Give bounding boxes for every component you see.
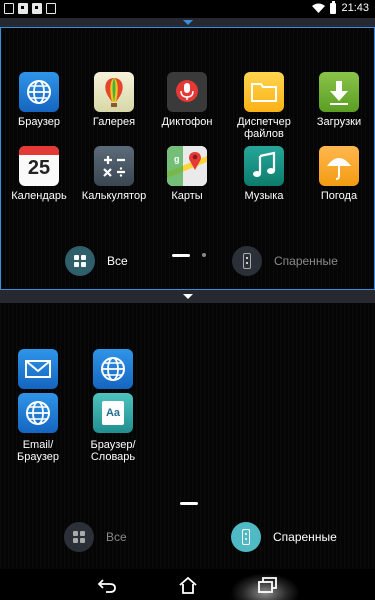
pair-label: Браузер/ Словарь xyxy=(90,439,136,463)
music-icon xyxy=(244,146,284,186)
back-icon[interactable] xyxy=(96,575,118,595)
paired-apps-icon xyxy=(232,246,262,276)
dictionary-glyph: Aa xyxy=(102,401,124,425)
tab-paired[interactable]: Спаренные xyxy=(232,246,338,276)
battery-icon xyxy=(330,0,337,14)
balloon-icon xyxy=(94,72,134,112)
bottom-panel-paired-apps: Email/ Браузер Aa Браузер/ Словарь Все С… xyxy=(0,303,375,569)
app-label: Загрузки xyxy=(316,116,362,128)
app-label: Календарь xyxy=(11,190,67,202)
pair-label: Email/ Браузер xyxy=(17,439,59,463)
top-panel-app-drawer: Браузер Галерея Диктофон Диспетчер файло… xyxy=(0,27,375,290)
calendar-day: 25 xyxy=(27,157,51,179)
bottom-page-indicator xyxy=(180,502,198,505)
tab-all-label: Все xyxy=(107,254,128,268)
calculator-icon xyxy=(94,146,134,186)
umbrella-icon xyxy=(319,146,359,186)
store-icon xyxy=(46,3,56,14)
app-calendar[interactable]: 25 Календарь xyxy=(3,146,75,202)
app-label: Погода xyxy=(320,190,358,202)
app-music[interactable]: Музыка xyxy=(228,146,300,202)
recent-apps-icon[interactable] xyxy=(256,575,278,595)
app-label: Музыка xyxy=(244,190,284,202)
app-label: Диспетчер файлов xyxy=(237,116,291,140)
globe-icon xyxy=(18,393,58,433)
tab-paired-label: Спаренные xyxy=(274,254,338,268)
navigation-bar xyxy=(0,569,375,600)
wifi-icon xyxy=(312,3,326,13)
pair-browser-dictionary[interactable]: Aa Браузер/ Словарь xyxy=(77,349,149,469)
chevron-down-icon xyxy=(183,294,193,299)
dictionary-icon: Aa xyxy=(93,393,133,433)
folder-icon xyxy=(244,72,284,112)
calendar-icon: 25 xyxy=(19,146,59,186)
app-label: Галерея xyxy=(92,116,136,128)
apps-grid-icon xyxy=(64,522,94,552)
image-icon xyxy=(18,3,28,14)
mail-icon xyxy=(18,349,58,389)
tab-paired-label: Спаренные xyxy=(273,530,337,544)
tab-paired[interactable]: Спаренные xyxy=(231,522,337,552)
app-maps[interactable]: g Карты xyxy=(151,146,223,202)
app-browser[interactable]: Браузер xyxy=(3,72,75,128)
app-weather[interactable]: Погода xyxy=(303,146,375,202)
tab-all[interactable]: Все xyxy=(65,246,128,276)
tab-all-label: Все xyxy=(106,530,127,544)
home-icon[interactable] xyxy=(177,575,199,595)
app-file-manager[interactable]: Диспетчер файлов xyxy=(228,72,300,140)
apps-grid-icon xyxy=(65,246,95,276)
status-notification-icons xyxy=(4,3,56,14)
status-time: 21:43 xyxy=(341,2,369,14)
download-icon xyxy=(319,72,359,112)
maps-icon: g xyxy=(167,146,207,186)
app-label: Карты xyxy=(171,190,203,202)
app-calculator[interactable]: Калькулятор xyxy=(78,146,150,202)
bottom-tab-bar: Все Спаренные xyxy=(0,522,375,558)
chevron-down-icon xyxy=(183,20,193,25)
svg-text:g: g xyxy=(174,154,180,164)
tab-all[interactable]: Все xyxy=(64,522,127,552)
globe-icon xyxy=(93,349,133,389)
bottom-panel-handle[interactable] xyxy=(0,290,375,303)
app-label: Диктофон xyxy=(161,116,213,128)
paired-apps-icon xyxy=(231,522,261,552)
app-label: Калькулятор xyxy=(81,190,147,202)
qr-icon xyxy=(32,3,42,14)
microphone-icon xyxy=(167,72,207,112)
top-panel-handle[interactable] xyxy=(0,18,375,27)
status-bar: 21:43 xyxy=(0,0,375,18)
app-recorder[interactable]: Диктофон xyxy=(151,72,223,128)
app-downloads[interactable]: Загрузки xyxy=(303,72,375,128)
pair-email-browser[interactable]: Email/ Браузер xyxy=(2,349,74,469)
app-label: Браузер xyxy=(18,116,60,128)
top-tab-bar: Все Спаренные xyxy=(1,246,375,282)
app-gallery[interactable]: Галерея xyxy=(78,72,150,128)
notification-icon xyxy=(4,3,14,14)
globe-icon xyxy=(19,72,59,112)
